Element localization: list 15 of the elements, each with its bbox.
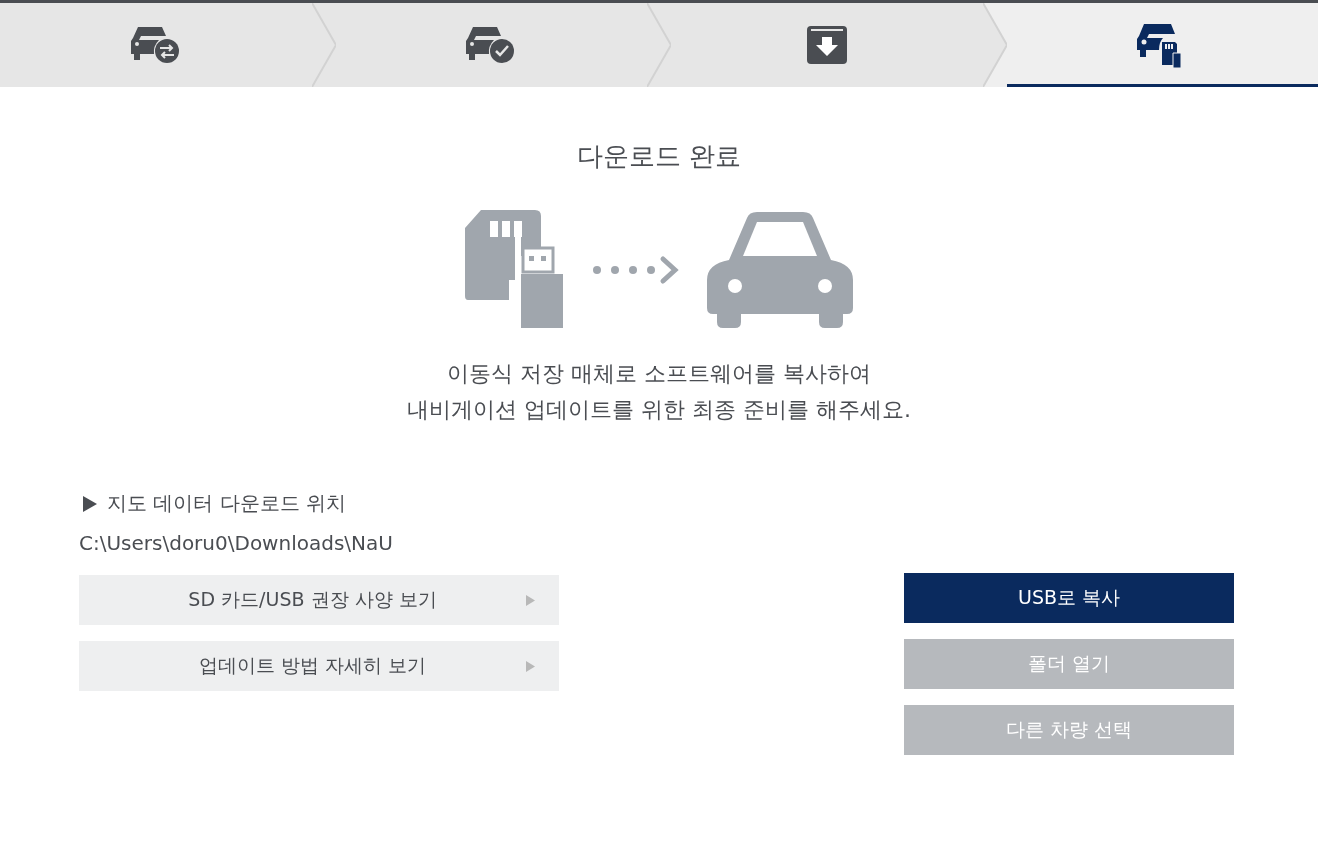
sd-card-usb-icon [465, 210, 565, 330]
action-button[interactable]: USB로 복사 [904, 573, 1234, 623]
instruction-text: 내비게이션 업데이트를 위한 최종 준비를 해주세요. [406, 396, 912, 424]
step-tab[interactable] [1006, 3, 1318, 87]
download-path: C:\Users\doru0\Downloads\NaU [79, 531, 394, 555]
info-link-button[interactable]: SD 카드/USB 권장 사양 보기 [79, 575, 559, 625]
instruction-text: 이동식 저장 매체로 소프트웨어를 복사하여 [446, 360, 872, 388]
section-label: 지도 데이터 다운로드 위치 [107, 490, 347, 517]
triangle-icon [526, 660, 535, 672]
triangle-icon [526, 594, 535, 606]
page-title: 다운로드 완료 [575, 140, 743, 173]
car-icon [707, 210, 853, 330]
dotted-arrow-icon [591, 255, 681, 285]
info-link-button[interactable]: 업데이트 방법 자세히 보기 [79, 641, 559, 691]
triangle-bullet-icon [83, 495, 97, 512]
